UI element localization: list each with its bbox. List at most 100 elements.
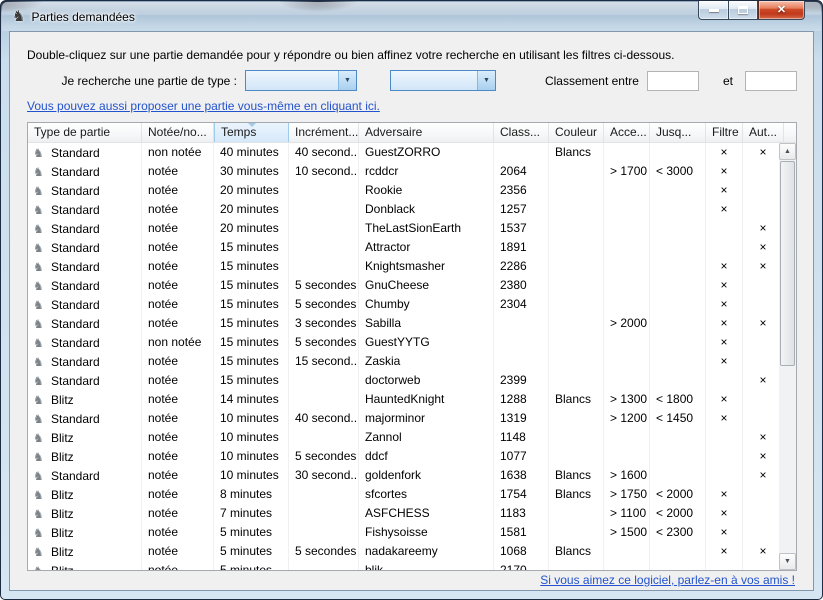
column-header-accepte[interactable]: Acce... — [604, 123, 650, 142]
cell-adversaire: doctorweb — [359, 371, 494, 390]
column-header-classement[interactable]: Class... — [494, 123, 549, 142]
table-row[interactable]: ♞ Standard notée 15 minutes 15 second...… — [28, 352, 779, 371]
chess-piece-icon: ♞ — [33, 242, 48, 254]
table-row[interactable]: ♞ Standard notée 30 minutes 10 second...… — [28, 162, 779, 181]
cell-type: ♞ Standard — [28, 295, 142, 314]
column-header-notee[interactable]: Notée/no... — [142, 123, 214, 142]
cell-aut — [743, 561, 779, 570]
cell-filtre: × — [706, 485, 743, 504]
cell-jusqua — [650, 143, 706, 162]
close-button[interactable]: ✕ — [758, 1, 805, 20]
vertical-scrollbar[interactable]: ▲ ▼ — [779, 143, 796, 570]
cell-accepte: > 1200 — [604, 409, 650, 428]
cell-temps: 15 minutes — [214, 333, 289, 352]
window-parties-demandees: ♞ Parties demandées ✕ Double-cliquez sur… — [0, 0, 823, 600]
close-icon: ✕ — [777, 5, 786, 16]
column-header-filtre[interactable]: Filtre — [706, 123, 743, 142]
maximize-icon — [738, 6, 748, 14]
cell-notee: notée — [142, 162, 214, 181]
table-row[interactable]: ♞ Standard notée 10 minutes 40 second...… — [28, 409, 779, 428]
cell-accepte: > 1700 — [604, 162, 650, 181]
cell-jusqua — [650, 181, 706, 200]
caption-buttons: ✕ — [698, 1, 805, 20]
cell-increment: 30 second... — [289, 466, 359, 485]
cell-notee: notée — [142, 238, 214, 257]
table-row[interactable]: ♞ Standard notée 10 minutes 30 second...… — [28, 466, 779, 485]
cell-notee: notée — [142, 466, 214, 485]
cell-notee: notée — [142, 181, 214, 200]
cell-adversaire: rcddcr — [359, 162, 494, 181]
window-title: Parties demandées — [31, 10, 134, 24]
cell-adversaire: ddcf — [359, 447, 494, 466]
cell-adversaire: Attractor — [359, 238, 494, 257]
table-row[interactable]: ♞ Standard notée 15 minutes 3 secondes S… — [28, 314, 779, 333]
cell-accepte — [604, 257, 650, 276]
cell-temps: 15 minutes — [214, 257, 289, 276]
type-select[interactable]: ▼ — [245, 70, 357, 91]
cell-filtre: × — [706, 390, 743, 409]
cell-filtre: × — [706, 333, 743, 352]
cell-classement: 2304 — [494, 295, 549, 314]
table-row[interactable]: ♞ Standard notée 15 minutes Knightsmashe… — [28, 257, 779, 276]
cell-accepte — [604, 219, 650, 238]
table-row[interactable]: ♞ Standard notée 20 minutes Donblack 125… — [28, 200, 779, 219]
cell-notee: notée — [142, 447, 214, 466]
column-header-jusqua[interactable]: Jusq... — [650, 123, 706, 142]
chess-piece-icon: ♞ — [33, 280, 48, 292]
cell-type-label: Standard — [51, 296, 100, 314]
column-header-adversaire[interactable]: Adversaire — [359, 123, 494, 142]
cell-notee: notée — [142, 295, 214, 314]
table-row[interactable]: ♞ Blitz notée 10 minutes Zannol 1148 × — [28, 428, 779, 447]
cell-classement: 1068 — [494, 542, 549, 561]
classement-min-input[interactable] — [647, 71, 699, 91]
table-row[interactable]: ♞ Standard notée 15 minutes Attractor 18… — [28, 238, 779, 257]
table-row[interactable]: ♞ Blitz notée 14 minutes HauntedKnight 1… — [28, 390, 779, 409]
cell-type-label: Standard — [51, 220, 100, 238]
column-header-couleur[interactable]: Couleur — [549, 123, 604, 142]
cell-jusqua — [650, 371, 706, 390]
table-row[interactable]: ♞ Blitz notée 5 minutes 5 secondes nadak… — [28, 542, 779, 561]
scrollbar-thumb[interactable] — [780, 161, 795, 366]
secondary-select[interactable]: ▼ — [390, 70, 496, 91]
table-row[interactable]: ♞ Blitz notée 10 minutes 5 secondes ddcf… — [28, 447, 779, 466]
column-header-aut[interactable]: Aut... — [743, 123, 784, 142]
classement-max-input[interactable] — [745, 71, 797, 91]
cell-filtre: × — [706, 295, 743, 314]
cell-aut — [743, 409, 779, 428]
table-row[interactable]: ♞ Standard notée 15 minutes 5 secondes G… — [28, 276, 779, 295]
cell-couleur — [549, 219, 604, 238]
column-header-increment[interactable]: Incrément... — [289, 123, 359, 142]
cell-type: ♞ Blitz — [28, 428, 142, 447]
cell-type-label: Blitz — [51, 429, 74, 447]
table-row[interactable]: ♞ Blitz notée 5 minutes blik 2170 — [28, 561, 779, 570]
minimize-button[interactable] — [698, 1, 728, 20]
table-row[interactable]: ♞ Standard non notée 40 minutes 40 secon… — [28, 143, 779, 162]
cell-adversaire: ASFCHESS — [359, 504, 494, 523]
cell-classement: 2286 — [494, 257, 549, 276]
cell-aut: × — [743, 466, 779, 485]
table-row[interactable]: ♞ Blitz notée 7 minutes ASFCHESS 1183 > … — [28, 504, 779, 523]
table-row[interactable]: ♞ Standard notée 20 minutes TheLastSionE… — [28, 219, 779, 238]
maximize-button[interactable] — [728, 1, 758, 20]
table-row[interactable]: ♞ Blitz notée 8 minutes sfcortes 1754 Bl… — [28, 485, 779, 504]
cell-filtre — [706, 238, 743, 257]
share-link[interactable]: Si vous aimez ce logiciel, parlez-en à v… — [540, 573, 795, 587]
propose-link[interactable]: Vous pouvez aussi proposer une partie vo… — [27, 99, 380, 113]
scroll-up-button[interactable]: ▲ — [779, 143, 796, 160]
cell-notee: notée — [142, 276, 214, 295]
table-row[interactable]: ♞ Blitz notée 5 minutes Fishysoisse 1581… — [28, 523, 779, 542]
minimize-icon — [709, 9, 719, 12]
scroll-down-button[interactable]: ▼ — [779, 553, 796, 570]
table-row[interactable]: ♞ Standard notée 15 minutes doctorweb 23… — [28, 371, 779, 390]
cell-type: ♞ Standard — [28, 371, 142, 390]
app-icon: ♞ — [12, 9, 25, 24]
column-header-temps[interactable]: Temps — [214, 123, 289, 142]
cell-type-label: Standard — [51, 258, 100, 276]
cell-couleur: Blancs — [549, 485, 604, 504]
cell-adversaire: GnuCheese — [359, 276, 494, 295]
table-row[interactable]: ♞ Standard non notée 15 minutes 5 second… — [28, 333, 779, 352]
table-row[interactable]: ♞ Standard notée 15 minutes 5 secondes C… — [28, 295, 779, 314]
column-header-type[interactable]: Type de partie — [28, 123, 142, 142]
chess-piece-icon: ♞ — [33, 470, 48, 482]
table-row[interactable]: ♞ Standard notée 20 minutes Rookie 2356 … — [28, 181, 779, 200]
